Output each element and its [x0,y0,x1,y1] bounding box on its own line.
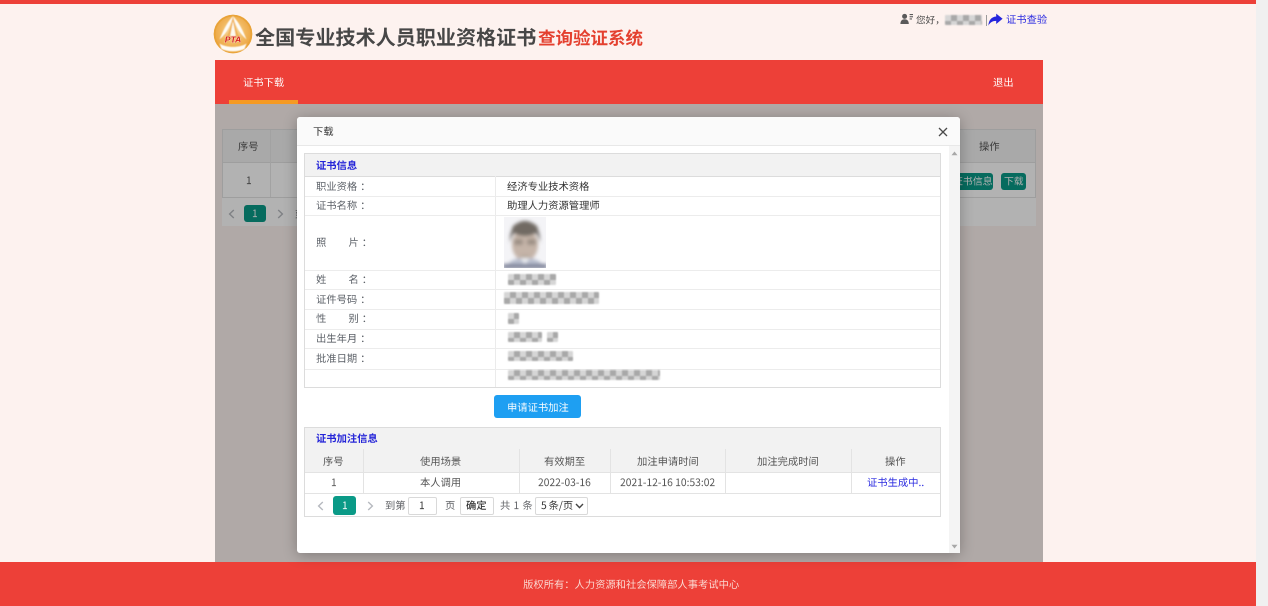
svg-text:PTA: PTA [225,35,242,45]
